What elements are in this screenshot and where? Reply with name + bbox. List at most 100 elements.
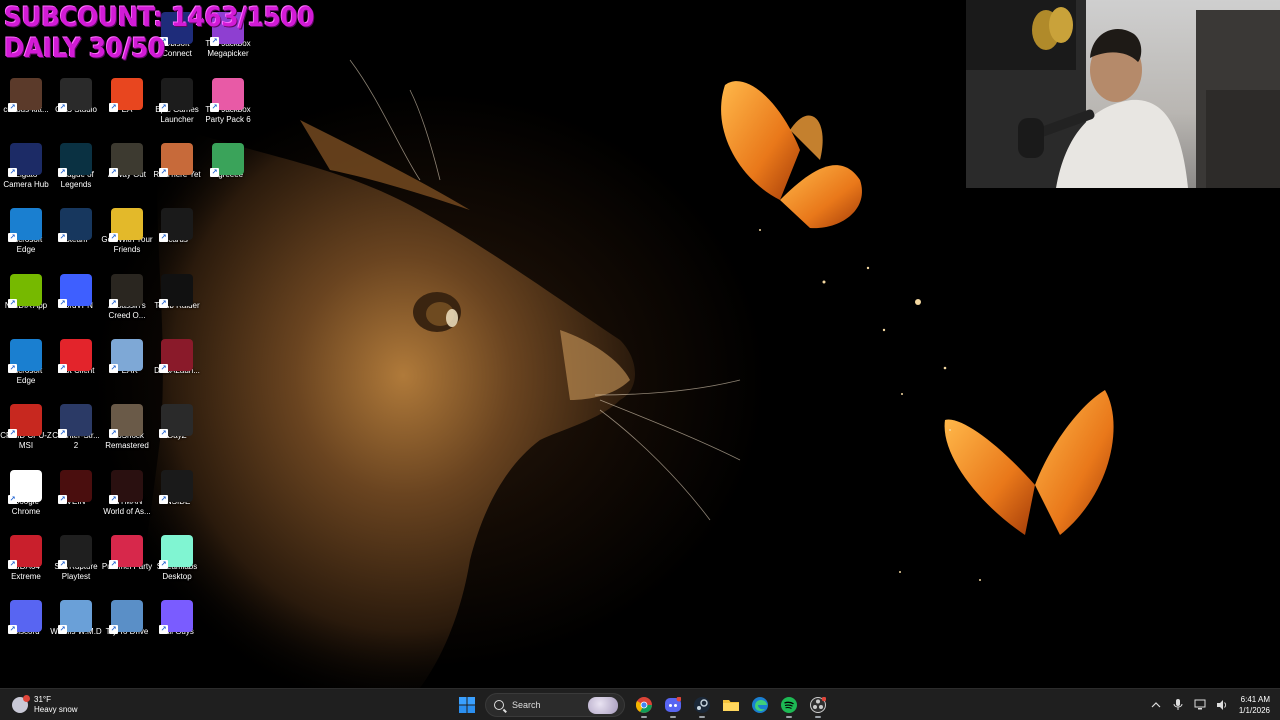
desktop-shortcut[interactable]: ↗NVIDIA App	[0, 266, 52, 311]
desktop-shortcut[interactable]: ↗Golf With Your Friends	[101, 200, 153, 255]
desktop-shortcut[interactable]: ↗DayZ	[151, 396, 203, 441]
shortcut-arrow-icon: ↗	[58, 103, 67, 112]
desktop-shortcut[interactable]: ↗League of Legends	[50, 135, 102, 190]
taskbar-search-box[interactable]: Search	[485, 693, 625, 717]
shortcut-arrow-icon: ↗	[109, 625, 118, 634]
dzsa-launcher-icon: ↗	[159, 339, 193, 373]
shortcut-arrow-icon: ↗	[58, 495, 67, 504]
start-button[interactable]	[453, 691, 481, 719]
taskbar: 31°F Heavy snow Search 6:41 AM 1/1/2026	[0, 688, 1280, 720]
desktop-icons-area: ↗Elgato Camera Hub ↗curious-kitt...↗OBS S…	[0, 0, 260, 688]
nordvpn-icon: ↗	[58, 274, 92, 308]
shortcut-arrow-icon: ↗	[109, 429, 118, 438]
spotify-icon	[780, 697, 797, 713]
taskbar-file-explorer[interactable]	[717, 691, 745, 719]
taskbar-obs[interactable]	[804, 691, 832, 719]
desktop-shortcut[interactable]: ↗Counter-Str... 2	[50, 396, 102, 451]
weather-widget[interactable]: 31°F Heavy snow	[12, 693, 78, 717]
shortcut-arrow-icon: ↗	[8, 364, 17, 373]
desktop-shortcut[interactable]: ↗Try To Drive	[101, 592, 153, 637]
speaker-icon	[1216, 700, 1226, 710]
riot-client-icon: ↗	[58, 339, 92, 373]
network-tray-button[interactable]	[1191, 696, 1209, 714]
desktop-shortcut[interactable]: ↗DZSALaun...	[151, 331, 203, 376]
hitman-icon: ↗	[109, 470, 143, 504]
desktop-shortcut[interactable]: ↗Google Chrome	[0, 462, 52, 517]
desktop-shortcut[interactable]: ↗OBS Studio	[50, 70, 102, 115]
desktop-shortcut[interactable]: ↗Discord	[0, 592, 52, 637]
taskbar-edge[interactable]	[746, 691, 774, 719]
shortcut-arrow-icon: ↗	[109, 299, 118, 308]
shortcut-arrow-icon: ↗	[58, 429, 67, 438]
microphone-tray-button[interactable]	[1169, 696, 1187, 714]
peak-icon: ↗	[109, 339, 143, 373]
taskbar-spotify[interactable]	[775, 691, 803, 719]
nvidia-icon: ↗	[8, 274, 42, 308]
desktop-shortcut[interactable]: ↗Microsoft Edge	[0, 200, 52, 255]
shortcut-arrow-icon: ↗	[210, 103, 219, 112]
desktop-shortcut[interactable]: ↗StarRupture Playtest	[50, 527, 102, 582]
steam-icon: ↗	[58, 208, 92, 242]
desktop-shortcut[interactable]: ↗PEAK	[101, 331, 153, 376]
taskbar-chrome[interactable]	[630, 691, 658, 719]
clock-date: 1/1/2026	[1238, 706, 1270, 715]
steam-icon	[693, 697, 710, 713]
shortcut-arrow-icon: ↗	[8, 168, 17, 177]
desktop-shortcut[interactable]: ↗Riot Client	[50, 331, 102, 376]
search-label: Search	[512, 700, 541, 710]
obs-icon	[809, 697, 826, 713]
snow-weather-icon	[12, 695, 30, 713]
desktop-shortcut[interactable]: ↗VEIN	[50, 462, 102, 507]
desktop-shortcut[interactable]: ↗Elgato Camera Hub	[0, 135, 52, 190]
shortcut-arrow-icon: ↗	[109, 364, 118, 373]
league-of-legends-icon: ↗	[58, 143, 92, 177]
desktop-shortcut[interactable]: ↗NordVPN	[50, 266, 102, 311]
daily-goal-text: DAILY 30/50	[4, 33, 165, 64]
shortcut-arrow-icon: ↗	[159, 625, 168, 634]
desktop-shortcut[interactable]: ↗HITMAN World of As...	[101, 462, 153, 517]
system-tray: 6:41 AM 1/1/2026	[1145, 689, 1272, 720]
desktop-shortcut[interactable]: ↗Pummel Party	[101, 527, 153, 572]
inside-icon: ↗	[159, 470, 193, 504]
epic-games-icon: ↗	[159, 78, 193, 112]
desktop-shortcut[interactable]: ↗A Way Out	[101, 135, 153, 180]
bioshock-icon: ↗	[109, 404, 143, 438]
file-explorer-icon	[722, 700, 739, 711]
desktop-shortcut[interactable]: ↗EA	[101, 70, 153, 115]
shortcut-arrow-icon: ↗	[159, 495, 168, 504]
cpuz-icon: ↗	[8, 404, 42, 438]
desktop-shortcut[interactable]: ↗Microsoft Edge	[0, 331, 52, 386]
desktop-shortcut[interactable]: ↗Streamlabs Desktop	[151, 527, 203, 582]
show-hidden-icons-button[interactable]	[1147, 696, 1165, 714]
shortcut-arrow-icon: ↗	[8, 299, 17, 308]
shortcut-arrow-icon: ↗	[58, 168, 67, 177]
volume-tray-button[interactable]	[1213, 696, 1231, 714]
desktop-shortcut[interactable]: ↗Agreeee	[202, 135, 254, 180]
desktop-shortcut[interactable]: ↗INSIDE	[151, 462, 203, 507]
desktop-shortcut[interactable]: ↗Tomb Raider	[151, 266, 203, 311]
desktop-shortcut[interactable]: ↗Fall Guys	[151, 592, 203, 637]
desktop-shortcut[interactable]: ↗Worms W.M.D	[50, 592, 102, 637]
desktop-shortcut[interactable]: ↗The Jackbox Party Pack 6	[202, 70, 254, 125]
taskbar-clock[interactable]: 6:41 AM 1/1/2026	[1239, 694, 1272, 716]
desktop-shortcut[interactable]: ↗AIDA64 Extreme	[0, 527, 52, 582]
microphone-icon	[1173, 699, 1183, 710]
webcam-scene	[966, 0, 1280, 188]
desktop-shortcut[interactable]: ↗Epic Games Launcher	[151, 70, 203, 125]
webcam-feed	[966, 0, 1280, 188]
jackbox-icon: ↗	[210, 78, 244, 112]
desktop-shortcut[interactable]: ↗RV There Yet	[151, 135, 203, 180]
shortcut-arrow-icon: ↗	[58, 560, 67, 569]
desktop-shortcut[interactable]: ↗Assassin's Creed O...	[101, 266, 153, 321]
aida64-icon: ↗	[8, 535, 42, 569]
search-icon	[494, 700, 504, 710]
desktop-shortcut[interactable]: ↗BioShock Remastered	[101, 396, 153, 451]
streamlabs-icon: ↗	[159, 535, 193, 569]
desktop-shortcut[interactable]: ↗Icarus	[151, 200, 203, 245]
taskbar-steam[interactable]	[688, 691, 716, 719]
desktop-shortcut[interactable]: ↗curious-kitt...	[0, 70, 52, 115]
search-highlight-icon	[588, 697, 618, 714]
taskbar-discord[interactable]	[659, 691, 687, 719]
desktop-shortcut[interactable]: ↗Steam	[50, 200, 102, 245]
desktop-shortcut[interactable]: ↗CPUID CPU-Z MSI	[0, 396, 52, 451]
